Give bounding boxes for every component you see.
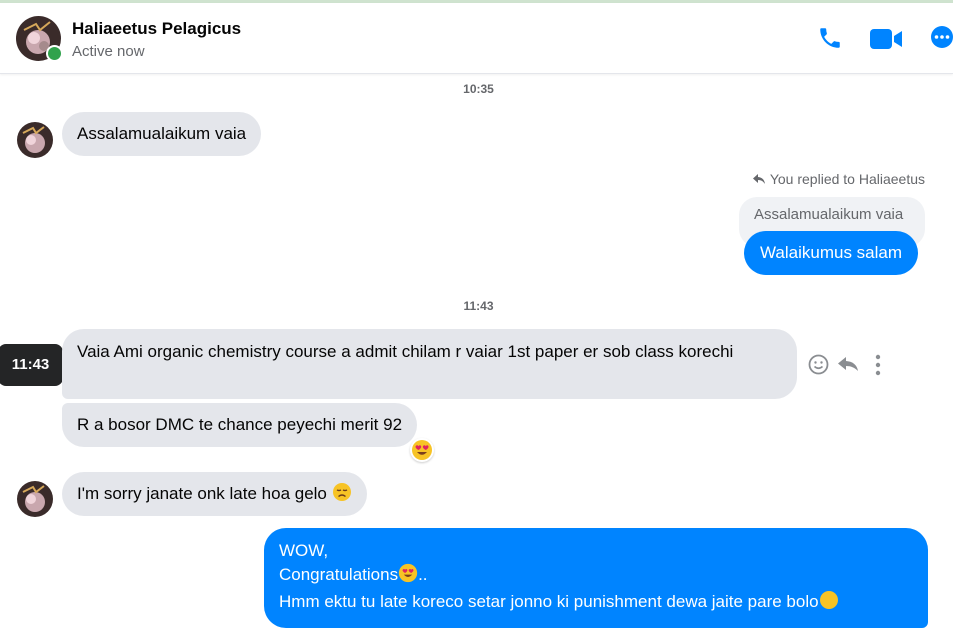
timestamp: 10:35 [463,82,494,96]
message-text: .. [418,565,428,584]
sender-avatar[interactable] [17,122,53,158]
quoted-text: Assalamualaikum vaia [754,206,904,223]
message-line: WOW, [279,541,329,560]
online-status-dot [46,45,63,62]
active-status: Active now [72,43,145,60]
reply-indicator: You replied to Haliaeetus [752,171,925,187]
heart-eyes-reaction-icon[interactable] [410,438,434,462]
outgoing-message[interactable]: Walaikumus salam [744,231,919,275]
video-camera-icon[interactable] [869,28,903,55]
reply-note-text: You replied to Haliaeetus [769,171,925,187]
reply-icon[interactable] [837,356,859,377]
incoming-message[interactable]: R a bosor DMC te chance peyechi merit 92 [62,403,418,447]
time-tooltip: 11:43 [0,344,63,386]
incoming-message[interactable]: Assalamualaikum vaia [62,112,262,156]
message-line: Hmm ektu tu late koreco setar jonno ki p… [279,590,913,617]
reply-arrow-icon [753,174,766,184]
message-text: Assalamualaikum vaia [77,124,247,143]
message-line: Congratulations .. [279,563,913,590]
more-options-icon[interactable] [930,25,953,54]
outgoing-message[interactable]: WOW, Congratulations .. Hmm ektu tu late… [264,528,928,628]
message-text: Vaia Ami organic chemistry course a admi… [77,342,734,361]
message-text: Congratulations [279,565,399,584]
message-text: I'm sorry janate onk late hoa gelo [77,484,327,503]
message-text: R a bosor DMC te chance peyechi merit 92 [77,415,403,434]
react-icon[interactable] [808,354,829,380]
smiley-emoji-icon [819,590,839,617]
incoming-message[interactable]: I'm sorry janate onk late hoa gelo [62,472,367,516]
incoming-message[interactable]: Vaia Ami organic chemistry course a admi… [62,329,797,399]
chat-header: Haliaeetus Pelagicus Active now [0,3,953,74]
message-text: Walaikumus salam [760,243,903,262]
phone-icon[interactable] [817,25,843,56]
contact-name[interactable]: Haliaeetus Pelagicus [72,19,241,39]
disappointed-emoji-icon [332,482,352,509]
timestamp: 11:43 [463,299,494,313]
more-vertical-icon[interactable] [874,354,882,381]
sender-avatar[interactable] [17,481,53,517]
heart-eyes-emoji-icon [398,563,418,590]
